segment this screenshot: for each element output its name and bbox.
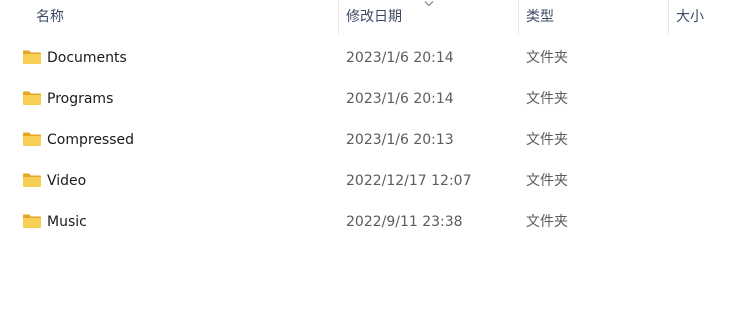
file-name: Video (47, 173, 87, 189)
file-type: 文件夹 (526, 173, 568, 189)
file-name-cell[interactable]: Programs (22, 79, 113, 120)
file-name: Programs (47, 91, 114, 107)
column-header-modified[interactable]: 修改日期 (346, 0, 402, 34)
folder-icon (23, 214, 41, 228)
modified-date: 2023/1/6 20:13 (346, 132, 454, 148)
file-row[interactable]: Programs 2023/1/6 20:14 文件夹 (0, 79, 754, 120)
file-row[interactable]: Compressed 2023/1/6 20:13 文件夹 (0, 120, 754, 161)
folder-icon (23, 132, 41, 146)
file-row[interactable]: Music 2022/9/11 23:38 文件夹 (0, 202, 754, 243)
file-name: Compressed (47, 132, 135, 148)
modified-date: 2023/1/6 20:14 (346, 50, 454, 66)
file-name-cell[interactable]: Documents (22, 38, 127, 79)
file-row[interactable]: Video 2022/12/17 12:07 文件夹 (0, 161, 754, 202)
file-type: 文件夹 (526, 50, 568, 66)
modified-date: 2023/1/6 20:14 (346, 91, 454, 107)
file-name: Documents (47, 50, 127, 66)
file-name: Music (47, 214, 87, 230)
column-header-type[interactable]: 类型 (526, 0, 554, 34)
column-divider[interactable] (338, 0, 339, 34)
modified-date: 2022/9/11 23:38 (346, 214, 463, 230)
modified-date: 2022/12/17 12:07 (346, 173, 472, 189)
folder-icon (23, 50, 41, 64)
folder-icon (23, 91, 41, 105)
file-list: 名称 修改日期 类型 大小 Documents 2023/1/6 20:14 文… (0, 0, 754, 312)
column-divider[interactable] (518, 0, 519, 34)
file-name-cell[interactable]: Music (22, 202, 87, 243)
column-divider[interactable] (668, 0, 669, 34)
column-header-name[interactable]: 名称 (36, 0, 64, 34)
folder-icon (23, 173, 41, 187)
file-type: 文件夹 (526, 214, 568, 230)
file-type: 文件夹 (526, 132, 568, 148)
column-header-size[interactable]: 大小 (676, 0, 704, 34)
file-type: 文件夹 (526, 91, 568, 107)
file-row[interactable]: Documents 2023/1/6 20:14 文件夹 (0, 38, 754, 79)
file-name-cell[interactable]: Video (22, 161, 86, 202)
file-rows: Documents 2023/1/6 20:14 文件夹 Programs 20… (0, 38, 754, 243)
column-header-row: 名称 修改日期 类型 大小 (0, 0, 754, 34)
file-name-cell[interactable]: Compressed (22, 120, 134, 161)
sort-descending-icon (424, 1, 434, 7)
